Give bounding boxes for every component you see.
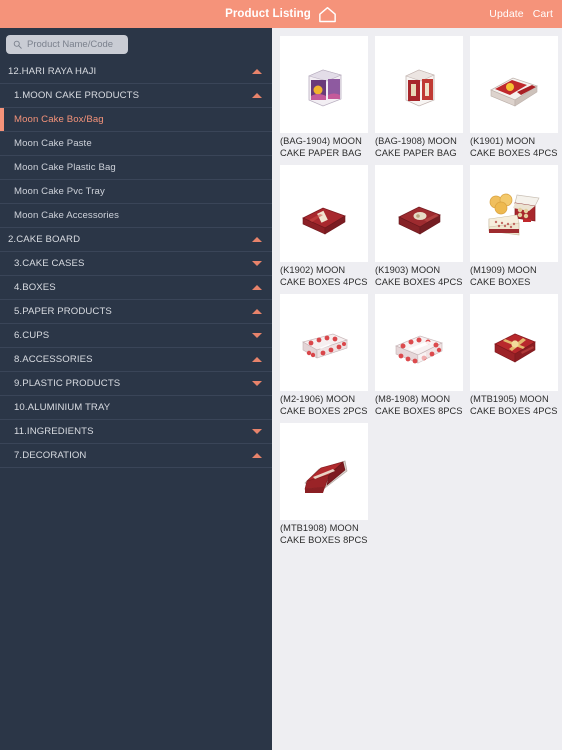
product-image [280,294,368,391]
sidebar-item-moon-cake-box-bag[interactable]: Moon Cake Box/Bag [0,108,272,132]
sidebar-item-label: 3.CAKE CASES [14,258,85,269]
sidebar-item-moon-cake-pvc-tray[interactable]: Moon Cake Pvc Tray [0,180,272,204]
sidebar-item-6-cups[interactable]: 6.CUPS [0,324,272,348]
sidebar-item-label: 9.PLASTIC PRODUCTS [14,378,121,389]
chevron-up-icon[interactable] [252,237,262,242]
search-box[interactable] [6,35,128,54]
product-card[interactable]: (K1902) MOON CAKE BOXES 4PCS [280,165,368,288]
product-card[interactable]: (M8-1908) MOON CAKE BOXES 8PCS [375,294,463,417]
product-card[interactable]: (K1903) MOON CAKE BOXES 4PCS [375,165,463,288]
product-image [280,423,368,520]
sidebar-item-label: 11.INGREDIENTS [14,426,94,437]
header-actions: Update Cart [489,0,553,28]
sidebar-item-10-aluminium-tray[interactable]: 10.ALUMINIUM TRAY [0,396,272,420]
product-label: (MTB1905) MOON CAKE BOXES 4PCS [470,394,558,416]
product-label: (M8-1908) MOON CAKE BOXES 8PCS [375,394,463,416]
product-label: (MTB1908) MOON CAKE BOXES 8PCS [280,523,368,545]
product-card[interactable]: (MTB1908) MOON CAKE BOXES 8PCS [280,423,368,546]
sidebar-item-label: 7.DECORATION [14,450,87,461]
product-image [470,294,558,391]
product-image [470,165,558,262]
update-button[interactable]: Update [489,8,523,20]
sidebar-item-label: Moon Cake Plastic Bag [14,162,116,173]
product-card[interactable]: (M1909) MOON CAKE BOXES (SHA... [470,165,558,288]
product-grid: (BAG-1904) MOON CAKE PAPER BAG (BAG-1908… [280,36,562,546]
product-image [280,36,368,133]
sidebar-item-label: 2.CAKE BOARD [8,234,81,245]
search-container [0,28,272,60]
product-label: (M2-1906) MOON CAKE BOXES 2PCS [280,394,368,416]
product-card[interactable]: (M2-1906) MOON CAKE BOXES 2PCS [280,294,368,417]
sidebar-item-label: 6.CUPS [14,330,50,341]
header-title-group: Product Listing [225,6,337,23]
chevron-up-icon[interactable] [252,69,262,74]
category-sidebar: 12.HARI RAYA HAJI 1.MOON CAKE PRODUCTS Moo… [0,28,272,750]
product-label: (K1903) MOON CAKE BOXES 4PCS [375,265,463,287]
chevron-up-icon[interactable] [252,357,262,362]
product-label: (BAG-1904) MOON CAKE PAPER BAG [280,136,362,158]
cart-button[interactable]: Cart [533,8,553,20]
sidebar-item-label: 4.BOXES [14,282,56,293]
sidebar-item-4-boxes[interactable]: 4.BOXES [0,276,272,300]
chevron-down-icon[interactable] [252,381,262,386]
sidebar-item-8-accessories[interactable]: 8.ACCESSORIES [0,348,272,372]
product-card[interactable]: (K1901) MOON CAKE BOXES 4PCS [470,36,558,159]
product-label: (BAG-1908) MOON CAKE PAPER BAG [375,136,457,158]
sidebar-item-moon-cake-accessories[interactable]: Moon Cake Accessories [0,204,272,228]
sidebar-item-12-hari-raya-haji[interactable]: 12.HARI RAYA HAJI [0,60,272,84]
product-label: (M1909) MOON CAKE BOXES (SHA... [470,265,537,287]
sidebar-item-5-paper-products[interactable]: 5.PAPER PRODUCTS [0,300,272,324]
sidebar-item-moon-cake-paste[interactable]: Moon Cake Paste [0,132,272,156]
product-image [375,165,463,262]
sidebar-item-11-ingredients[interactable]: 11.INGREDIENTS [0,420,272,444]
product-image [280,165,368,262]
sidebar-item-7-decoration[interactable]: 7.DECORATION [0,444,272,468]
sidebar-item-label: Moon Cake Box/Bag [14,114,104,125]
product-card[interactable]: (BAG-1908) MOON CAKE PAPER BAG [375,36,463,159]
product-listing-app: Product Listing Update Cart Product Name… [0,0,562,750]
sidebar-item-label: 10.ALUMINIUM TRAY [14,402,111,413]
sidebar-item-label: 1.MOON CAKE PRODUCTS [14,90,140,101]
chevron-down-icon[interactable] [252,333,262,338]
chevron-up-icon[interactable] [252,93,262,98]
chevron-up-icon[interactable] [252,309,262,314]
search-input[interactable] [27,39,121,50]
sidebar-item-2-cake-board[interactable]: 2.CAKE BOARD [0,228,272,252]
sidebar-item-label: 8.ACCESSORIES [14,354,93,365]
chevron-down-icon[interactable] [252,429,262,434]
search-icon [13,40,22,49]
sidebar-item-9-plastic-products[interactable]: 9.PLASTIC PRODUCTS [0,372,272,396]
sidebar-item-1-moon-cake-products[interactable]: 1.MOON CAKE PRODUCTS [0,84,272,108]
product-image [470,36,558,133]
sidebar-item-3-cake-cases[interactable]: 3.CAKE CASES [0,252,272,276]
sidebar-item-label: Moon Cake Paste [14,138,92,149]
sidebar-item-label: Moon Cake Accessories [14,210,120,221]
chevron-down-icon[interactable] [252,261,262,266]
product-card[interactable]: (BAG-1904) MOON CAKE PAPER BAG [280,36,368,159]
product-image [375,294,463,391]
product-image [375,36,463,133]
sidebar-item-label: 12.HARI RAYA HAJI [8,66,97,77]
category-menu: 12.HARI RAYA HAJI 1.MOON CAKE PRODUCTS Moo… [0,60,272,750]
product-content: (BAG-1904) MOON CAKE PAPER BAG (BAG-1908… [272,28,562,750]
app-header: Product Listing Update Cart [0,0,562,28]
product-card[interactable]: (MTB1905) MOON CAKE BOXES 4PCS [470,294,558,417]
page-title: Product Listing [225,8,311,20]
chevron-up-icon[interactable] [252,453,262,458]
body-split: 12.HARI RAYA HAJI 1.MOON CAKE PRODUCTS Moo… [0,28,562,750]
sidebar-item-label: 5.PAPER PRODUCTS [14,306,112,317]
home-icon[interactable] [318,6,337,23]
product-label: (K1901) MOON CAKE BOXES 4PCS [470,136,558,158]
product-label: (K1902) MOON CAKE BOXES 4PCS [280,265,368,287]
chevron-up-icon[interactable] [252,285,262,290]
sidebar-item-label: Moon Cake Pvc Tray [14,186,105,197]
sidebar-item-moon-cake-plastic-bag[interactable]: Moon Cake Plastic Bag [0,156,272,180]
